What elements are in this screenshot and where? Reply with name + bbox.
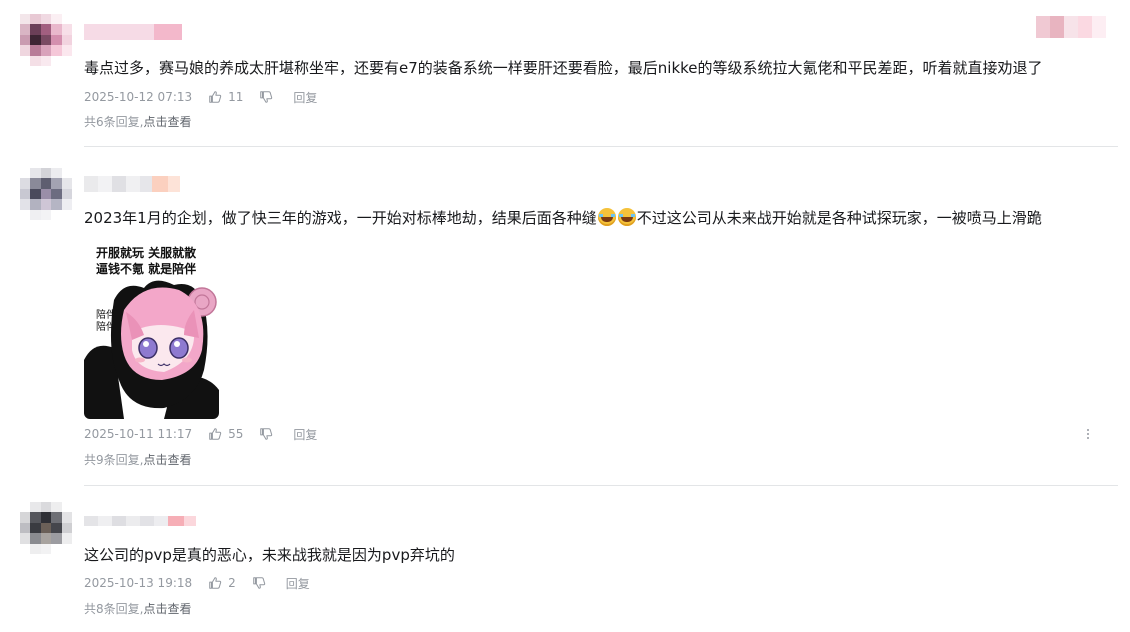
replies-count: 共8条回复, (84, 602, 144, 616)
view-replies-link[interactable]: 点击查看 (143, 602, 191, 616)
comment-text: 这公司的pvp是真的恶心，未来战我就是因为pvp弃坑的 (84, 546, 455, 564)
replies-summary[interactable]: 共8条回复,点击查看 (84, 600, 191, 617)
like-button[interactable]: 2 (208, 576, 236, 590)
thumbs-up-icon (209, 577, 222, 589)
username[interactable] (84, 516, 196, 526)
like-count: 2 (228, 576, 236, 590)
comment-item: 这公司的pvp是真的恶心，未来战我就是因为pvp弃坑的 2025-10-13 1… (0, 0, 1130, 632)
dislike-button[interactable] (252, 576, 266, 590)
reply-button[interactable]: 回复 (286, 575, 310, 592)
avatar[interactable] (20, 502, 72, 554)
comment-time: 2025-10-13 19:18 (84, 576, 193, 590)
thumbs-down-icon (253, 577, 265, 589)
comment-meta: 2025-10-13 19:18 2 回复 (84, 574, 310, 592)
